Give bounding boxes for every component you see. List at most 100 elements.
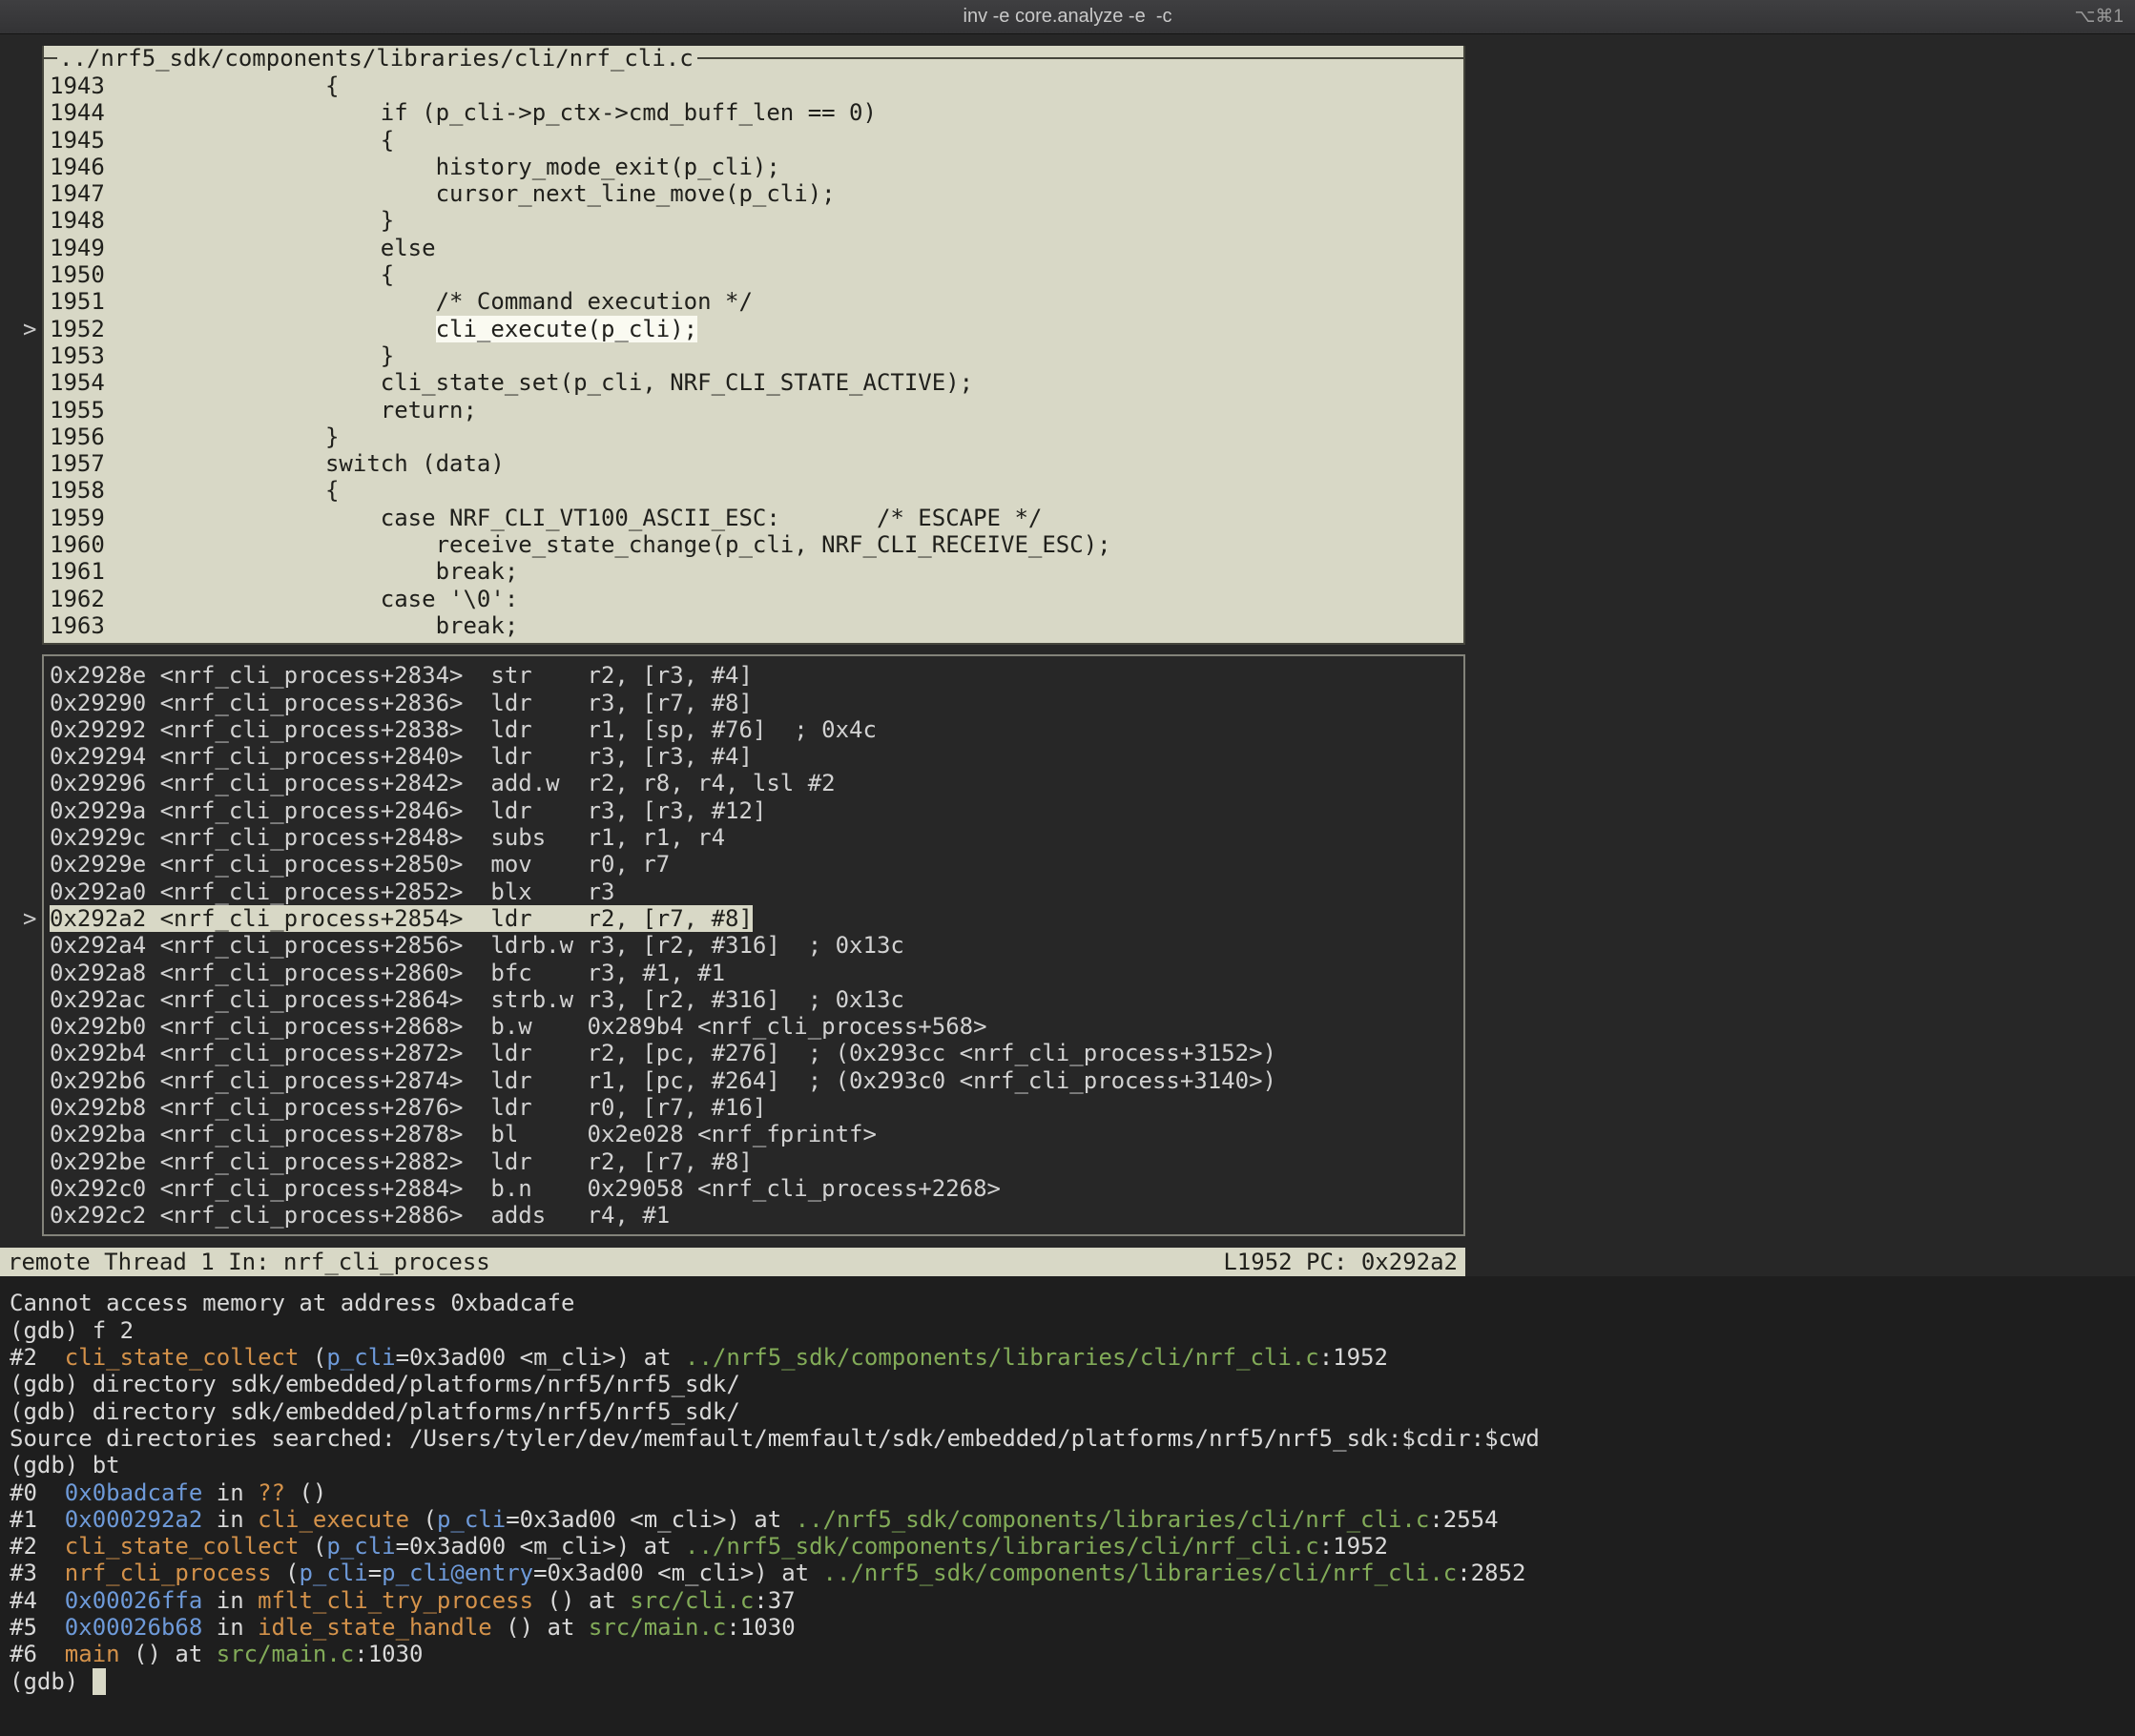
source-line: 1943 {: [50, 72, 1463, 99]
asm-instruction-text: 0x292ac <nrf_cli_process+2864> strb.w r3…: [50, 986, 904, 1013]
console-line-text: #1 0x000292a2 in cli_execute (p_cli=0x3a…: [10, 1506, 1499, 1533]
line-number: 1950: [50, 261, 105, 288]
asm-instruction-text: 0x292a4 <nrf_cli_process+2856> ldrb.w r3…: [50, 932, 904, 959]
code-indent: [105, 424, 325, 450]
source-line: 1951 /* Command execution */: [50, 288, 1463, 315]
line-number: 1956: [50, 424, 105, 450]
asm-line: 0x29290 <nrf_cli_process+2836> ldr r3, […: [50, 690, 1463, 716]
code-indent: [105, 477, 325, 504]
asm-instruction-text: 0x29294 <nrf_cli_process+2840> ldr r3, […: [50, 743, 753, 770]
asm-instruction-text: 0x29290 <nrf_cli_process+2836> ldr r3, […: [50, 690, 753, 716]
source-code-text: return;: [381, 397, 477, 424]
console-line: #6 main () at src/main.c:1030: [10, 1641, 2135, 1667]
console-line-text: #0 0x0badcafe in ?? (): [10, 1479, 326, 1506]
source-code-text: receive_state_change(p_cli, NRF_CLI_RECE…: [436, 531, 1111, 558]
source-line: 1948 }: [50, 207, 1463, 234]
code-indent: [105, 99, 381, 126]
asm-line: 0x2929a <nrf_cli_process+2846> ldr r3, […: [50, 797, 1463, 824]
console-line: (gdb): [10, 1668, 2135, 1695]
source-line: 1945 {: [50, 127, 1463, 154]
console-line: (gdb) f 2: [10, 1317, 2135, 1344]
line-number: 1957: [50, 450, 105, 477]
asm-line: 0x292ba <nrf_cli_process+2878> bl 0x2e02…: [50, 1121, 1463, 1147]
source-code-text: {: [381, 127, 394, 154]
line-number: 1952: [50, 316, 105, 342]
source-panel[interactable]: ../nrf5_sdk/components/libraries/cli/nrf…: [42, 46, 1465, 645]
disassembly-panel[interactable]: 0x2928e <nrf_cli_process+2834> str r2, […: [42, 654, 1465, 1236]
source-line: 1949 else: [50, 235, 1463, 261]
asm-line: 0x29292 <nrf_cli_process+2838> ldr r1, […: [50, 716, 1463, 743]
line-number: 1963: [50, 612, 105, 639]
asm-line: 0x29296 <nrf_cli_process+2842> add.w r2,…: [50, 770, 1463, 796]
console-line-text: (gdb) f 2: [10, 1317, 134, 1344]
code-indent: [105, 180, 436, 207]
console-line: (gdb) directory sdk/embedded/platforms/n…: [10, 1371, 2135, 1397]
gdb-console[interactable]: Cannot access memory at address 0xbadcaf…: [0, 1276, 2135, 1736]
gdb-tui-region: ../nrf5_sdk/components/libraries/cli/nrf…: [0, 34, 2135, 1276]
code-indent: [105, 505, 381, 531]
source-line: 1960 receive_state_change(p_cli, NRF_CLI…: [50, 531, 1463, 558]
console-line: Source directories searched: /Users/tyle…: [10, 1425, 2135, 1452]
asm-instruction-text: 0x292a0 <nrf_cli_process+2852> blx r3: [50, 878, 614, 905]
asm-line: 0x2929c <nrf_cli_process+2848> subs r1, …: [50, 824, 1463, 851]
asm-line: 0x29294 <nrf_cli_process+2840> ldr r3, […: [50, 743, 1463, 770]
source-line: 1963 break;: [50, 612, 1463, 639]
terminal-titlebar[interactable]: inv -e core.analyze -e -c ⌥⌘1: [0, 0, 2135, 34]
source-code-text: cursor_next_line_move(p_cli);: [436, 180, 836, 207]
source-line: 1956 }: [50, 424, 1463, 450]
source-code-text: {: [381, 261, 394, 288]
line-number: 1945: [50, 127, 105, 154]
source-panel-frame: ../nrf5_sdk/components/libraries/cli/nrf…: [44, 46, 1463, 71]
source-code-text: history_mode_exit(p_cli);: [436, 154, 780, 180]
code-indent: [105, 397, 381, 424]
source-line: 1946 history_mode_exit(p_cli);: [50, 154, 1463, 180]
console-line: #3 nrf_cli_process (p_cli=p_cli@entry=0x…: [10, 1560, 2135, 1586]
asm-instruction-text: 0x292ba <nrf_cli_process+2878> bl 0x2e02…: [50, 1121, 877, 1147]
source-code-text: }: [381, 207, 394, 234]
line-number: 1958: [50, 477, 105, 504]
source-line: 1944 if (p_cli->p_ctx->cmd_buff_len == 0…: [50, 99, 1463, 126]
code-indent: [105, 261, 381, 288]
source-code-text: /* Command execution */: [436, 288, 753, 315]
asm-instruction-text: 0x2929e <nrf_cli_process+2850> mov r0, r…: [50, 851, 670, 878]
frame-line: [44, 57, 57, 59]
window-shortcut-badge: ⌥⌘1: [2075, 6, 2124, 28]
source-line: 1959 case NRF_CLI_VT100_ASCII_ESC: /* ES…: [50, 505, 1463, 531]
console-line: #4 0x00026ffa in mflt_cli_try_process ()…: [10, 1587, 2135, 1614]
asm-line: 0x292b0 <nrf_cli_process+2868> b.w 0x289…: [50, 1013, 1463, 1040]
asm-instruction-text: 0x29296 <nrf_cli_process+2842> add.w r2,…: [50, 770, 836, 796]
source-line: >1952 cli_execute(p_cli);: [50, 316, 1463, 342]
asm-instruction-text: 0x2929a <nrf_cli_process+2846> ldr r3, […: [50, 797, 766, 824]
console-line: #0 0x0badcafe in ?? (): [10, 1479, 2135, 1506]
code-indent: [105, 612, 436, 639]
asm-line: 0x292a4 <nrf_cli_process+2856> ldrb.w r3…: [50, 932, 1463, 959]
code-indent: [105, 72, 325, 99]
source-code-text: {: [325, 477, 339, 504]
code-indent: [105, 207, 381, 234]
source-code-text: }: [381, 342, 394, 369]
line-number: 1959: [50, 505, 105, 531]
source-line: 1958 {: [50, 477, 1463, 504]
console-line-text: Source directories searched: /Users/tyle…: [10, 1425, 1540, 1452]
line-number: 1949: [50, 235, 105, 261]
asm-instruction-text: 0x29292 <nrf_cli_process+2838> ldr r1, […: [50, 716, 877, 743]
asm-instruction-text: 0x292a8 <nrf_cli_process+2860> bfc r3, #…: [50, 960, 725, 986]
asm-line: >0x292a2 <nrf_cli_process+2854> ldr r2, …: [50, 905, 1463, 932]
asm-line: 0x2929e <nrf_cli_process+2850> mov r0, r…: [50, 851, 1463, 878]
console-line: #2 cli_state_collect (p_cli=0x3ad00 <m_c…: [10, 1344, 2135, 1371]
status-location-info: L1952 PC: 0x292a2: [1223, 1248, 1458, 1276]
asm-instruction-text: 0x292b8 <nrf_cli_process+2876> ldr r0, […: [50, 1094, 766, 1121]
asm-instruction-text: 0x292c2 <nrf_cli_process+2886> adds r4, …: [50, 1202, 670, 1229]
line-number: 1943: [50, 72, 105, 99]
line-number: 1955: [50, 397, 105, 424]
line-number: 1951: [50, 288, 105, 315]
console-line-text: #4 0x00026ffa in mflt_cli_try_process ()…: [10, 1587, 796, 1614]
asm-line: 0x292b8 <nrf_cli_process+2876> ldr r0, […: [50, 1094, 1463, 1121]
line-number: 1947: [50, 180, 105, 207]
source-line: 1961 break;: [50, 558, 1463, 585]
source-code-text: cli_state_set(p_cli, NRF_CLI_STATE_ACTIV…: [381, 369, 973, 396]
line-number: 1960: [50, 531, 105, 558]
source-line: 1950 {: [50, 261, 1463, 288]
source-line: 1957 switch (data): [50, 450, 1463, 477]
source-line: 1947 cursor_next_line_move(p_cli);: [50, 180, 1463, 207]
